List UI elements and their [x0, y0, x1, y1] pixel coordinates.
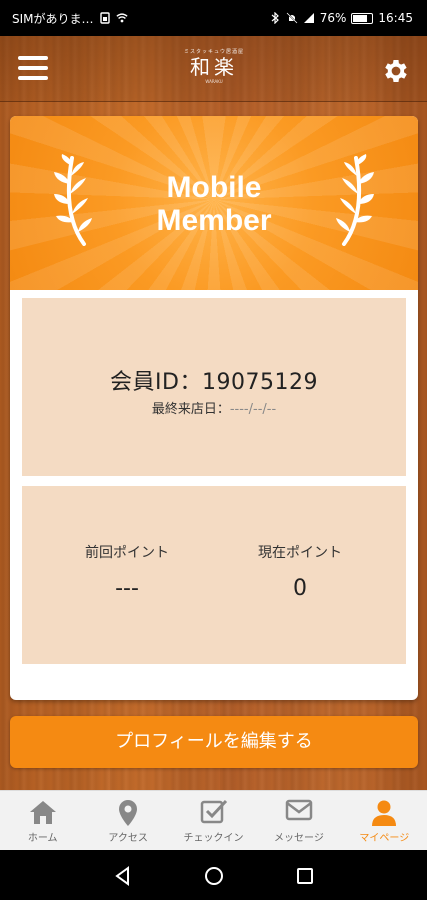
app-logo: ミスタッキュウ居酒屋 和楽 WARAKU	[170, 48, 258, 90]
battery-icon	[351, 12, 374, 24]
nav-message[interactable]: メッセージ	[256, 791, 341, 850]
previous-points-value: ---	[115, 576, 139, 601]
banner-title-line2: Member	[156, 204, 272, 237]
member-id: 会員ID：19075129	[110, 370, 318, 395]
back-icon[interactable]	[112, 865, 134, 887]
laurel-right-icon	[336, 154, 374, 246]
nav-message-label: メッセージ	[274, 833, 324, 844]
last-visit-label: 最終来店日：	[151, 402, 230, 417]
nav-checkin[interactable]: チェックイン	[171, 791, 256, 850]
logo-subtitle: ミスタッキュウ居酒屋	[183, 49, 244, 55]
sim-icon	[99, 12, 110, 24]
user-icon	[372, 800, 397, 826]
bluetooth-icon	[271, 12, 279, 24]
battery-percent: 76%	[319, 11, 347, 25]
logo-caption: WARAKU	[205, 79, 223, 84]
map-pin-icon	[119, 800, 138, 826]
current-points-label: 現在ポイント	[258, 545, 342, 561]
clock: 16:45	[378, 11, 413, 25]
banner-title-line1: Mobile	[166, 171, 262, 204]
member-card: Mobile Member 会員ID：19075129 最終来店日：----/-…	[10, 116, 418, 700]
carrier-text: SIMがありま…	[12, 11, 94, 26]
hamburger-icon	[18, 56, 48, 60]
hamburger-line	[18, 76, 48, 80]
current-points-value: 0	[293, 576, 307, 601]
last-visit-value: ----/--/--	[229, 402, 277, 417]
app-header: ミスタッキュウ居酒屋 和楽 WARAKU	[0, 36, 427, 102]
system-nav-bar	[0, 850, 427, 900]
wifi-icon	[115, 13, 128, 23]
logo-text: 和楽	[190, 55, 238, 79]
previous-points-label: 前回ポイント	[85, 545, 169, 561]
edit-profile-button[interactable]: プロフィールを編集する	[10, 716, 418, 768]
nav-mypage[interactable]: マイページ	[342, 791, 427, 850]
home-circle-icon[interactable]	[203, 865, 225, 887]
laurel-left-icon	[54, 154, 92, 246]
nav-home[interactable]: ホーム	[0, 791, 85, 850]
status-bar: SIMがありま… 76% 16:45	[0, 0, 427, 36]
home-icon	[29, 801, 56, 824]
hamburger-line	[18, 66, 48, 70]
checkin-icon	[200, 799, 227, 824]
nav-mypage-label: マイページ	[359, 833, 410, 844]
bottom-nav: ホーム アクセス チェックイン メッセージ マイページ	[0, 790, 427, 850]
mute-bell-icon	[286, 12, 298, 24]
menu-button[interactable]	[18, 56, 48, 82]
nav-access[interactable]: アクセス	[85, 791, 170, 850]
points-panel	[22, 486, 406, 664]
banner-title: Mobile Member	[110, 171, 318, 237]
signal-x-icon	[303, 13, 314, 23]
last-visit-date: 最終来店日：----/--/--	[10, 398, 418, 417]
nav-home-label: ホーム	[27, 833, 58, 844]
settings-gear-icon[interactable]	[381, 56, 411, 86]
nav-access-label: アクセス	[108, 833, 148, 844]
mail-icon	[285, 799, 313, 821]
recents-icon[interactable]	[294, 865, 316, 887]
nav-checkin-label: チェックイン	[183, 833, 244, 844]
